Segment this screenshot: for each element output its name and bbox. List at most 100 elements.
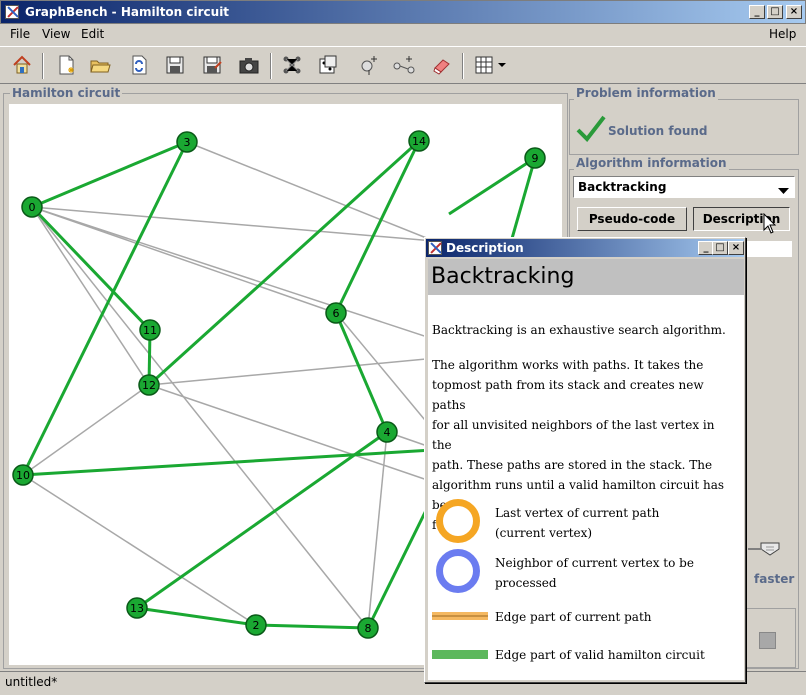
legend-neighbor-vertex: Neighbor of current vertex to be process… (495, 553, 694, 593)
graph-vertex-10[interactable]: 10 (12, 464, 34, 486)
vertex-label: 9 (532, 152, 539, 165)
new-file-icon[interactable] (53, 52, 79, 78)
eraser-icon[interactable] (429, 52, 455, 78)
menu-edit[interactable]: Edit (81, 27, 104, 41)
random-graph-icon[interactable] (315, 52, 341, 78)
circuit-edge (22, 447, 450, 477)
dialog-maximize-button[interactable]: □ (712, 241, 728, 255)
graph-vertex-8[interactable]: 8 (357, 617, 379, 639)
vertex-label: 0 (29, 201, 36, 214)
vertex-label: 13 (130, 602, 144, 615)
legend-line: processed (495, 576, 557, 590)
menu-help[interactable]: Help (769, 27, 796, 41)
graph-edge (186, 141, 435, 242)
circuit-edge (147, 139, 421, 387)
swatch-line (432, 615, 488, 617)
toolbar-separator (42, 53, 44, 79)
legend-line: Neighbor of current vertex to be (495, 556, 694, 570)
pseudo-code-button[interactable]: Pseudo-code (577, 207, 687, 231)
graph-vertex-14[interactable]: 14 (408, 130, 430, 152)
algorithm-select[interactable]: Backtracking (573, 176, 795, 198)
circuit-edge (30, 205, 152, 332)
description-dialog: Description _ □ × Backtracking Backtrack… (424, 237, 746, 683)
graph-vertex-3[interactable]: 3 (176, 131, 198, 153)
dialog-body: Backtracking Backtracking is an exhausti… (428, 259, 744, 680)
toolbar-separator (270, 53, 272, 79)
graph-vertex-11[interactable]: 11 (139, 319, 161, 341)
save-icon[interactable] (162, 52, 188, 78)
graph-edge (31, 206, 480, 355)
info-field (745, 241, 792, 257)
refresh-icon[interactable] (126, 52, 152, 78)
vertex-label: 8 (365, 622, 372, 635)
toolbar-separator (462, 53, 464, 79)
vertex-label: 10 (16, 469, 30, 482)
circuit-edge (255, 623, 369, 630)
dialog-title: Description (446, 241, 524, 255)
circuit-edge (136, 606, 257, 627)
menu-bar: File View Edit Help (0, 24, 806, 46)
graph-vertex-0[interactable]: 0 (21, 196, 43, 218)
paragraph-line: The algorithm works with paths. It takes… (432, 358, 704, 372)
legend-line: Last vertex of current path (495, 506, 660, 520)
home-icon[interactable] (9, 52, 35, 78)
legend-current-vertex: Last vertex of current path (current ver… (495, 503, 659, 543)
solution-status: Solution found (608, 124, 708, 138)
speed-label-faster: faster (754, 572, 795, 586)
maximize-button[interactable]: □ (767, 5, 783, 19)
speed-slider-thumb[interactable] (760, 542, 780, 559)
graph-vertex-2[interactable]: 2 (245, 614, 267, 636)
add-vertex-icon[interactable] (355, 52, 381, 78)
window-titlebar: GraphBench - Hamilton circuit _ □ × (0, 0, 806, 24)
graph-edge (31, 206, 150, 386)
grid-icon[interactable] (471, 52, 497, 78)
camera-icon[interactable] (236, 52, 262, 78)
vertex-label: 6 (333, 307, 340, 320)
dialog-heading: Backtracking (428, 259, 744, 295)
circuit-edge-swatch (432, 650, 488, 659)
minimize-button[interactable]: _ (749, 5, 765, 19)
vertex-label: 4 (384, 426, 391, 439)
speed-slider-track[interactable] (748, 548, 762, 550)
paragraph-line: path. These paths are stored in the stac… (432, 458, 713, 472)
vertex-label: 11 (143, 324, 157, 337)
grid-dropdown-icon[interactable] (496, 52, 508, 78)
legend-current-edge: Edge part of current path (495, 610, 652, 624)
close-button[interactable]: × (786, 5, 802, 19)
window-title: GraphBench - Hamilton circuit (25, 5, 230, 19)
vertex-label: 2 (253, 619, 260, 632)
current-vertex-ring-icon (436, 499, 480, 543)
graph-layout-icon[interactable] (279, 52, 305, 78)
checkmark-icon (576, 114, 606, 145)
current-path-edge-swatch (432, 612, 488, 620)
app-icon (5, 5, 19, 19)
stop-icon[interactable] (759, 632, 776, 649)
algorithm-selected: Backtracking (578, 180, 667, 194)
vertex-label: 14 (412, 135, 426, 148)
add-edge-icon[interactable] (391, 52, 417, 78)
graph-vertex-9[interactable]: 9 (524, 147, 546, 169)
chevron-down-icon (778, 184, 789, 198)
graph-vertex-6[interactable]: 6 (325, 302, 347, 324)
dialog-titlebar[interactable]: Description _ □ × (426, 239, 744, 257)
vertex-label: 3 (184, 136, 191, 149)
menu-file[interactable]: File (10, 27, 30, 41)
vertex-label: 12 (142, 379, 156, 392)
status-text: untitled* (5, 675, 58, 689)
graph-vertex-13[interactable]: 13 (126, 597, 148, 619)
neighbor-vertex-ring-icon (436, 549, 480, 593)
toolbar (0, 46, 806, 84)
open-folder-icon[interactable] (87, 52, 113, 78)
circuit-edge (334, 312, 389, 433)
algorithm-panel-label: Algorithm information (574, 156, 729, 170)
circuit-edge (31, 140, 188, 209)
dialog-close-button[interactable]: × (728, 241, 744, 255)
graph-edge (31, 206, 337, 314)
dialog-app-icon (428, 241, 442, 255)
graph-vertex-12[interactable]: 12 (138, 374, 160, 396)
graph-vertex-4[interactable]: 4 (376, 421, 398, 443)
paragraph-line: for all unvisited neighbors of the last … (432, 418, 715, 452)
menu-view[interactable]: View (42, 27, 70, 41)
problem-panel-label: Problem information (574, 86, 718, 100)
save-as-icon[interactable] (199, 52, 225, 78)
